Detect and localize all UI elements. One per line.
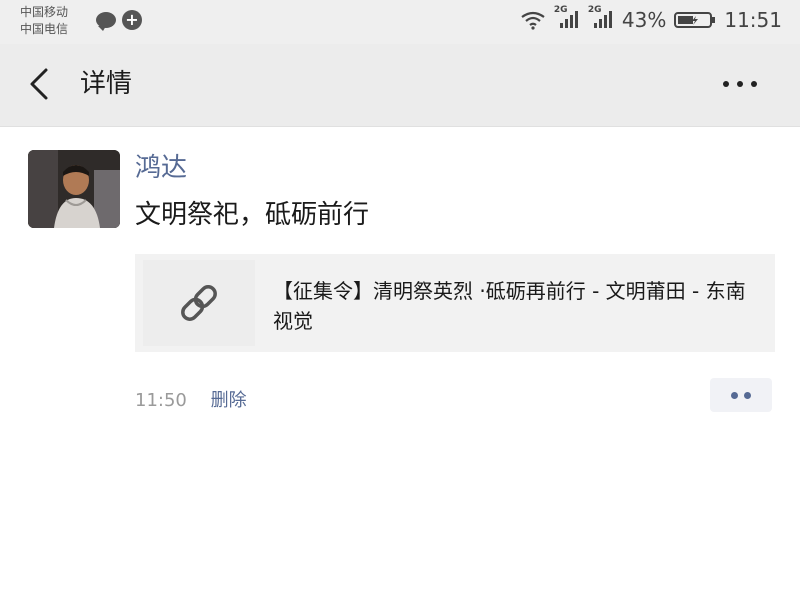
message-icon: [96, 12, 116, 31]
plus-circle-icon: +: [122, 10, 142, 30]
link-title: 【征集令】清明祭英烈 ·砥砺再前行 - 文明莆田 - 东南视觉: [273, 279, 746, 333]
carrier-1: 中国移动: [20, 5, 69, 19]
back-button[interactable]: [24, 66, 56, 102]
carrier-2: 中国电信: [20, 22, 69, 36]
clock: 11:51: [724, 8, 782, 32]
author-name[interactable]: 鸿达: [135, 150, 187, 186]
link-icon: [181, 285, 217, 321]
status-bar: 中国移动 中国电信 + 2G 2G 43% 11:51: [0, 0, 800, 44]
shared-link-card[interactable]: 【征集令】清明祭英烈 ·砥砺再前行 - 文明莆田 - 东南视觉: [135, 254, 775, 352]
comment-dots-icon: [731, 391, 738, 399]
navigation-bar: 详情: [0, 44, 800, 127]
chevron-left-icon: [30, 68, 48, 100]
wifi-icon: [521, 11, 545, 30]
moments-detail-screen: 中国移动 中国电信 + 2G 2G 43% 11:51 详情 鸿达 文明祭祀，砥…: [0, 0, 800, 600]
post-time: 11:50: [135, 390, 187, 411]
status-indicators: 2G 2G 43% 11:51: [520, 5, 782, 32]
post-text: 文明祭祀，砥砺前行: [135, 200, 370, 230]
network-type-2: 2G: [587, 4, 602, 15]
more-dots-icon: [723, 81, 757, 87]
signal-2: 2G: [588, 5, 614, 32]
post-meta: 11:50 删除: [135, 386, 247, 412]
avatar-photo: [28, 150, 120, 228]
comment-button[interactable]: [710, 378, 772, 412]
notification-icons: +: [96, 10, 142, 31]
more-button[interactable]: [720, 70, 760, 98]
page-title: 详情: [80, 69, 133, 99]
comment-dots-icon: [744, 391, 751, 399]
battery-percent: 43%: [621, 8, 667, 32]
link-thumbnail: [143, 260, 255, 346]
signal-1: 2G: [554, 5, 580, 32]
network-type-1: 2G: [553, 4, 568, 15]
battery-icon: [674, 12, 716, 28]
delete-button[interactable]: 删除: [211, 386, 247, 412]
avatar[interactable]: [28, 150, 120, 228]
carrier-labels: 中国移动 中国电信: [20, 4, 68, 38]
